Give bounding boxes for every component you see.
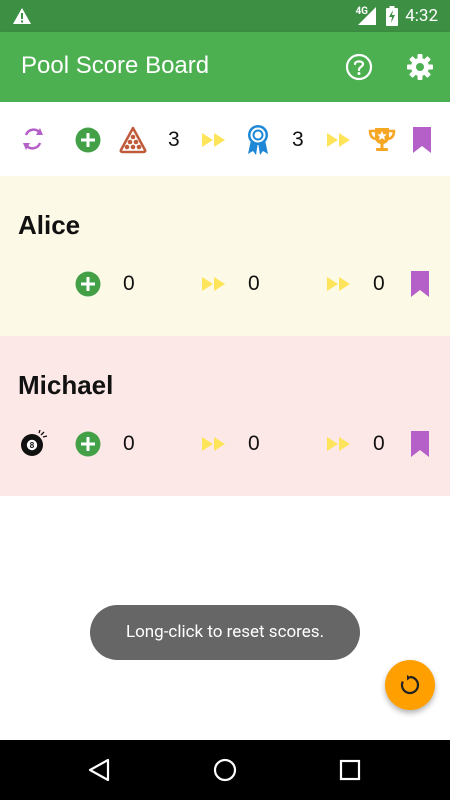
player-score-a: 0 [123,432,135,455]
app-bar: Pool Score Board [0,32,450,102]
player-panel-michael: Michael 8 0 0 0 [0,336,450,496]
award-ribbon-icon[interactable] [246,124,270,156]
swap-players-icon[interactable] [20,125,46,153]
back-icon[interactable] [88,758,110,782]
fast-forward-icon[interactable] [327,132,351,148]
warning-icon [13,8,31,24]
app-title: Pool Score Board [21,52,210,79]
fast-forward-icon[interactable] [202,132,226,148]
award-count: 3 [292,128,304,151]
fast-forward-icon[interactable] [202,436,226,452]
reset-scores-fab[interactable] [385,660,435,710]
settings-icon[interactable] [405,52,435,82]
svg-text:8: 8 [30,441,35,450]
clock: 4:32 [405,6,438,26]
bookmark-icon[interactable] [411,431,429,457]
player-name: Alice [18,210,81,240]
player-score-b: 0 [248,272,260,295]
system-nav-bar [0,740,450,800]
battery-charging-icon [386,6,398,26]
add-icon[interactable] [75,271,101,297]
toast-message: Long-click to reset scores. [90,605,360,660]
rack-count: 3 [168,128,180,151]
bookmark-icon[interactable] [413,127,431,153]
trophy-icon[interactable] [367,124,397,154]
reset-icon [400,675,420,695]
player-panel-alice: Alice 0 0 0 [0,176,450,336]
fast-forward-icon[interactable] [202,276,226,292]
fast-forward-icon[interactable] [327,436,351,452]
status-bar: 4G 4:32 [0,0,450,32]
bookmark-icon[interactable] [411,271,429,297]
home-icon[interactable] [213,758,237,782]
player-score-c: 0 [373,272,385,295]
player-score-c: 0 [373,432,385,455]
signal-icon [358,7,376,25]
add-icon[interactable] [75,127,101,153]
add-icon[interactable] [75,431,101,457]
player-score-b: 0 [248,432,260,455]
recents-icon[interactable] [339,759,361,781]
rack-icon[interactable] [119,126,147,154]
player-name: Michael [18,370,114,400]
eight-ball-icon[interactable]: 8 [20,430,48,458]
help-icon[interactable] [345,53,373,81]
player-score-a: 0 [123,272,135,295]
fast-forward-icon[interactable] [327,276,351,292]
game-toolbar: 3 3 [0,102,450,176]
